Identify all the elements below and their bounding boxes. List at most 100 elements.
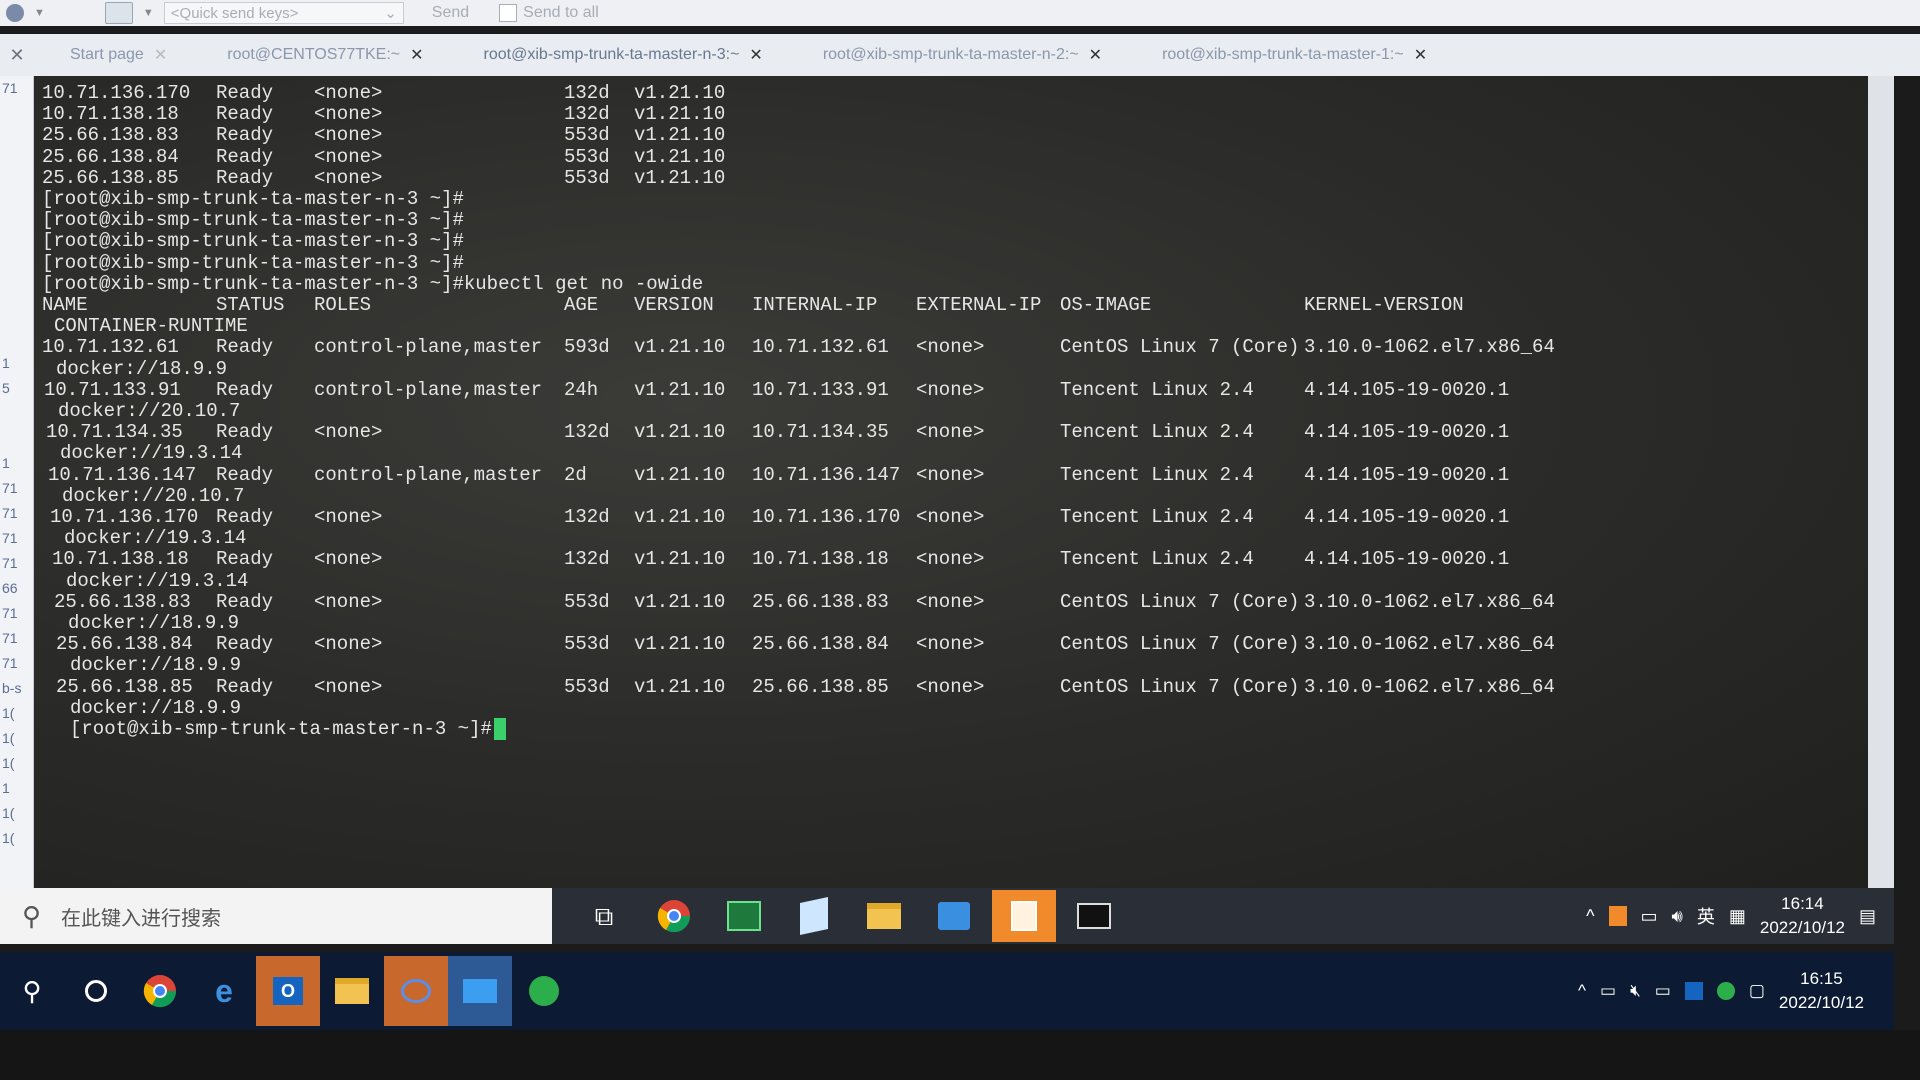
session-list-item[interactable]: 1( [0,751,33,776]
quick-send-keys-dropdown[interactable]: <Quick send keys> ⌄ [163,2,404,24]
keyboard-icon[interactable]: ▦ [1729,906,1746,927]
tab-master-n-2[interactable]: root@xib-smp-trunk-ta-master-n-2:~ ✕ [787,34,1126,76]
clock[interactable]: 16:14 2022/10/12 [1760,892,1845,940]
session-icon[interactable] [104,2,133,24]
session-list-item[interactable]: 5 [0,376,33,401]
cmd-icon[interactable] [1062,890,1126,942]
outlook-tray-icon[interactable] [1684,982,1703,1000]
ime-indicator[interactable]: 英 [1697,903,1715,929]
volume-icon[interactable]: 🔊︎ [1672,906,1683,927]
chrome-icon[interactable] [128,956,192,1026]
search-icon[interactable]: ⚲ [0,956,64,1026]
node-age: 132d [564,548,610,571]
session-list-item[interactable]: 71 [0,601,33,626]
session-list-item[interactable] [0,401,33,426]
battery-icon[interactable]: ▭ [1600,981,1616,1001]
network-icon[interactable]: ▭ [1655,981,1671,1001]
send-to-all-checkbox[interactable] [499,4,518,22]
chrome-icon[interactable] [642,890,706,942]
notes-icon[interactable] [992,890,1056,942]
session-list-item[interactable] [0,101,33,126]
close-icon[interactable]: ✕ [154,45,167,65]
session-list-item[interactable]: 71 [0,651,33,676]
search-box[interactable]: ⚲ 在此键入进行搜索 [0,888,552,944]
green-tray-icon[interactable] [1716,982,1735,1000]
column-header: VERSION [634,294,714,316]
ie-icon[interactable]: e [192,956,256,1026]
app-icon[interactable] [384,956,448,1026]
notification-icon[interactable]: ▤ [1859,906,1876,927]
cortana-icon[interactable] [64,956,128,1026]
remote-desktop-icon[interactable] [922,890,986,942]
session-list-item[interactable]: 71 [0,476,33,501]
session-list-item[interactable]: 71 [0,626,33,651]
tab-centos77tke[interactable]: root@CENTOS77TKE:~ ✕ [191,34,447,76]
folder-icon[interactable] [852,890,916,942]
remote-desktop-icon[interactable] [448,956,512,1026]
tab-master-n-3[interactable]: root@xib-smp-trunk-ta-master-n-3:~ ✕ [448,34,787,76]
mute-icon[interactable]: 🔇︎ [1630,981,1641,1001]
session-list-item[interactable] [0,426,33,451]
green-app-icon[interactable] [512,956,576,1026]
session-list-item[interactable]: 71 [0,501,33,526]
send-button[interactable]: Send [432,4,469,22]
session-list-item[interactable] [0,301,33,326]
notepad-icon[interactable] [782,890,846,942]
node-status: Ready [216,590,274,613]
tab-label: root@xib-smp-trunk-ta-master-n-2:~ [822,46,1079,63]
app-tray-icon[interactable] [1608,906,1627,926]
node-version: v1.21.10 [634,124,726,147]
session-list-item[interactable]: 71 [0,551,33,576]
session-list-item[interactable]: 1 [0,776,33,801]
session-list-item[interactable]: 1( [0,701,33,726]
close-icon[interactable]: ✕ [1414,45,1427,65]
chevron-up-icon[interactable]: ^ [1578,981,1586,1001]
session-list-item[interactable]: 66 [0,576,33,601]
user-icon[interactable] [6,4,24,22]
tab-start-page[interactable]: Start page ✕ [34,34,191,76]
session-list-item[interactable]: b-s [0,676,33,701]
network-icon[interactable]: ▭ [1641,906,1658,927]
session-list-item[interactable] [0,151,33,176]
session-list-item[interactable] [0,851,33,876]
session-list-item[interactable] [0,126,33,151]
session-list-item[interactable] [0,176,33,201]
terminal[interactable]: 10.71.136.170 Ready <none> 132d v1.21.10 10.7… [34,76,1894,896]
node-roles: <none> [314,103,383,126]
tab-master-1[interactable]: root@xib-smp-trunk-ta-master-1:~ ✕ [1126,34,1451,76]
chevron-down-icon[interactable]: ▼ [34,7,45,19]
close-icon[interactable]: ✕ [410,45,423,65]
session-list-item[interactable] [0,251,33,276]
clock[interactable]: 16:15 2022/10/12 [1779,967,1864,1015]
node-kernel-version: 3.10.0-1062.el7.x86_64 [1304,590,1555,613]
terminal-app-icon[interactable] [712,890,776,942]
session-list-item[interactable]: 1( [0,826,33,851]
node-internal-ip: 10.71.136.170 [752,506,901,528]
session-list-item[interactable] [0,276,33,301]
node-roles: control-plane,master [314,378,543,401]
outlook-icon[interactable]: O [256,956,320,1026]
close-icon[interactable]: ✕ [749,45,762,65]
node-age: 553d [564,633,610,656]
session-list-item[interactable] [0,326,33,351]
close-icon[interactable]: ✕ [1089,45,1102,65]
session-list-item[interactable]: 71 [0,526,33,551]
task-view-icon[interactable]: ⧉ [572,890,636,942]
close-icon[interactable]: ✕ [0,45,34,66]
node-kernel-version: 4.14.105-19-0020.1 [1304,421,1510,444]
node-name: 25.66.138.84 [42,145,179,168]
session-list-item[interactable]: 1( [0,801,33,826]
session-list-item[interactable] [0,201,33,226]
session-list-item[interactable]: 1 [0,351,33,376]
message-icon[interactable]: ▢ [1749,981,1765,1001]
send-to-all-toggle[interactable]: Send to all [499,4,599,22]
session-list-item[interactable] [0,226,33,251]
vertical-scrollbar[interactable] [1868,76,1894,896]
session-list-item[interactable]: 1 [0,451,33,476]
session-list-item[interactable]: 1( [0,726,33,751]
folder-icon[interactable] [320,956,384,1026]
node-status: Ready [216,421,274,444]
chevron-down-icon[interactable]: ▼ [143,7,154,19]
session-list-item[interactable]: 71 [0,76,33,101]
chevron-up-icon[interactable]: ^ [1586,906,1594,927]
